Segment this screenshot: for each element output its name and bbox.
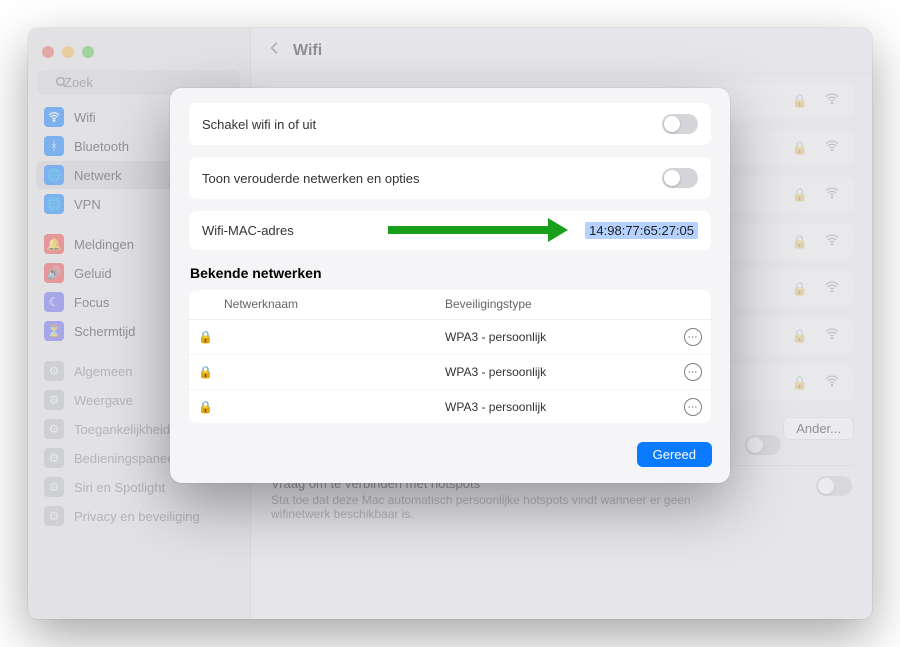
known-networks-title: Bekende netwerken <box>190 265 710 281</box>
system-settings-window: WifiᚼBluetooth🌐Netwerk🌐VPN🔔Meldingen🔊Gel… <box>28 28 872 619</box>
table-row[interactable]: 🔒 WPA3 - persoonlijk ⋯ <box>188 320 712 354</box>
more-options-button[interactable]: ⋯ <box>684 328 702 346</box>
sheet-row-toggle-wifi: Schakel wifi in of uit <box>188 102 712 146</box>
table-row[interactable]: 🔒 WPA3 - persoonlijk ⋯ <box>188 389 712 424</box>
modal-overlay: Schakel wifi in of uit Toon verouderde n… <box>28 28 872 619</box>
lock-icon: 🔒 <box>198 365 224 379</box>
col-security: Beveiligingstype <box>445 297 666 311</box>
sheet-row-mac: Wifi-MAC-adres 14:98:77:65:27:05 <box>188 210 712 251</box>
table-row[interactable]: 🔒 WPA3 - persoonlijk ⋯ <box>188 354 712 389</box>
legacy-networks-toggle[interactable] <box>662 168 698 188</box>
done-button[interactable]: Gereed <box>637 442 712 467</box>
wifi-enable-toggle[interactable] <box>662 114 698 134</box>
row-label: Schakel wifi in of uit <box>202 117 316 132</box>
wifi-details-sheet: Schakel wifi in of uit Toon verouderde n… <box>170 88 730 483</box>
cell-security: WPA3 - persoonlijk <box>445 400 666 414</box>
cell-security: WPA3 - persoonlijk <box>445 365 666 379</box>
known-networks-table: Netwerknaam Beveiligingstype 🔒 WPA3 - per… <box>188 289 712 424</box>
table-header: Netwerknaam Beveiligingstype <box>188 289 712 320</box>
lock-icon: 🔒 <box>198 400 224 414</box>
row-label: Toon verouderde netwerken en opties <box>202 171 420 186</box>
more-options-button[interactable]: ⋯ <box>684 363 702 381</box>
more-options-button[interactable]: ⋯ <box>684 398 702 416</box>
cell-security: WPA3 - persoonlijk <box>445 330 666 344</box>
sheet-row-legacy: Toon verouderde netwerken en opties <box>188 156 712 200</box>
row-label: Wifi-MAC-adres <box>202 223 294 238</box>
col-name: Netwerknaam <box>224 297 445 311</box>
arrow-annotation <box>388 218 568 242</box>
lock-icon: 🔒 <box>198 330 224 344</box>
mac-address-value[interactable]: 14:98:77:65:27:05 <box>585 222 698 239</box>
